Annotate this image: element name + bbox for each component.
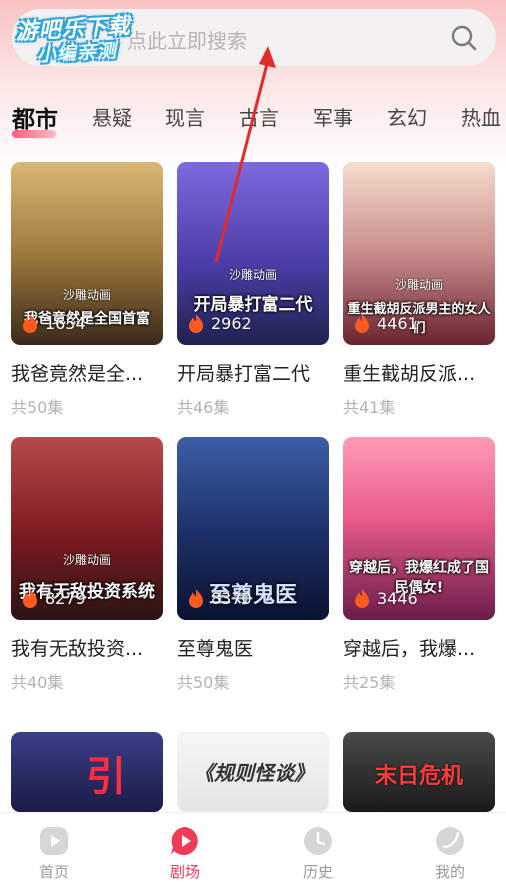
episode-count: 共50集 xyxy=(177,673,230,692)
episode-count: 共41集 xyxy=(343,398,396,417)
view-count-value: 8279 xyxy=(45,588,86,608)
fire-icon xyxy=(189,314,203,333)
nav-history-label: 历史 xyxy=(302,863,333,881)
cover-title: 末日危机 xyxy=(374,764,463,789)
theater-icon xyxy=(171,827,198,855)
play-icon xyxy=(40,827,68,855)
episode-count: 共46集 xyxy=(177,398,230,417)
drama-cover[interactable]: 穿越后，我爆红成了国民偶女! 3446 xyxy=(343,437,495,620)
tab-xianyan[interactable]: 现言 xyxy=(165,102,205,131)
cover-title: 《规则怪谈》 xyxy=(194,761,314,785)
drama-cover[interactable]: 沙雕动画 我有无敌投资系统 8279 xyxy=(11,437,163,620)
watermark-logo: 游吧乐下载 小编亲测 xyxy=(13,4,176,70)
category-tabs: 都市 悬疑 现言 古言 军事 玄幻 热血 xyxy=(0,96,506,144)
clock-icon xyxy=(304,827,332,855)
view-count-value: 8370 xyxy=(211,588,252,608)
drama-cover[interactable]: 沙雕动画 重生截胡反派男主的女人们 4461 xyxy=(343,162,495,345)
view-count-value: 2962 xyxy=(211,313,252,333)
cover-studio: 沙雕动画 xyxy=(62,553,111,567)
view-count: 3446 xyxy=(353,588,418,608)
drama-title[interactable]: 开局暴打富二代 xyxy=(177,359,329,386)
drama-title[interactable]: 我有无敌投资... xyxy=(11,634,163,661)
drama-cover[interactable]: 引 xyxy=(11,732,163,812)
search-icon[interactable] xyxy=(450,24,478,52)
episode-count: 共25集 xyxy=(343,673,396,692)
nav-profile[interactable]: 我的 xyxy=(410,825,490,882)
drama-title[interactable]: 至尊鬼医 xyxy=(177,634,329,661)
drama-cover[interactable]: 沙雕动画 开局暴打富二代 2962 xyxy=(177,162,329,345)
drama-cover[interactable]: 《规则怪谈》 xyxy=(177,732,329,812)
fire-icon xyxy=(355,314,369,333)
view-count: 8279 xyxy=(21,588,86,608)
nav-history[interactable]: 历史 xyxy=(278,825,358,882)
bottom-navigation: 首页 剧场 历史 我的 xyxy=(0,812,506,890)
episode-count: 共40集 xyxy=(11,673,64,692)
view-count-value: 3446 xyxy=(377,588,418,608)
cover-studio: 沙雕动画 xyxy=(62,288,111,302)
profile-icon xyxy=(436,827,464,855)
nav-theater[interactable]: 剧场 xyxy=(145,825,225,882)
episode-count: 共50集 xyxy=(11,398,64,417)
fire-icon xyxy=(23,589,37,608)
drama-cover[interactable]: 沙雕动画 我爸竟然是全国首富 1654 xyxy=(11,162,163,345)
tab-dushi[interactable]: 都市 xyxy=(12,100,58,134)
fire-icon xyxy=(23,314,37,333)
drama-title[interactable]: 重生截胡反派... xyxy=(343,359,495,386)
watermark-line-2: 小编亲测 xyxy=(36,39,118,66)
drama-cover[interactable]: 至尊鬼医 8370 xyxy=(177,437,329,620)
drama-title[interactable]: 穿越后，我爆... xyxy=(343,634,495,661)
tab-junshi[interactable]: 军事 xyxy=(313,102,353,131)
cover-studio: 沙雕动画 xyxy=(394,278,443,292)
nav-home[interactable]: 首页 xyxy=(14,825,94,882)
view-count: 2962 xyxy=(187,313,252,333)
tab-guyan[interactable]: 古言 xyxy=(239,102,279,131)
tab-xuanyi[interactable]: 悬疑 xyxy=(92,102,132,131)
view-count-value: 4461 xyxy=(377,313,418,333)
view-count: 8370 xyxy=(187,588,252,608)
nav-profile-label: 我的 xyxy=(434,863,465,881)
fire-icon xyxy=(355,589,369,608)
view-count-value: 1654 xyxy=(45,313,86,333)
tab-xuanhuan[interactable]: 玄幻 xyxy=(387,102,427,131)
fire-icon xyxy=(189,589,203,608)
cover-title: 开局暴打富二代 xyxy=(193,295,313,315)
view-count: 4461 xyxy=(353,313,418,333)
cover-studio: 沙雕动画 xyxy=(228,268,277,282)
active-tab-indicator xyxy=(12,130,56,138)
nav-theater-label: 剧场 xyxy=(169,863,200,881)
tab-rexue[interactable]: 热血 xyxy=(461,102,501,131)
drama-title[interactable]: 我爸竟然是全... xyxy=(11,359,163,386)
view-count: 1654 xyxy=(21,313,86,333)
nav-home-label: 首页 xyxy=(38,863,69,881)
drama-cover[interactable]: 末日危机 xyxy=(343,732,495,812)
cover-title: 引 xyxy=(86,754,126,800)
